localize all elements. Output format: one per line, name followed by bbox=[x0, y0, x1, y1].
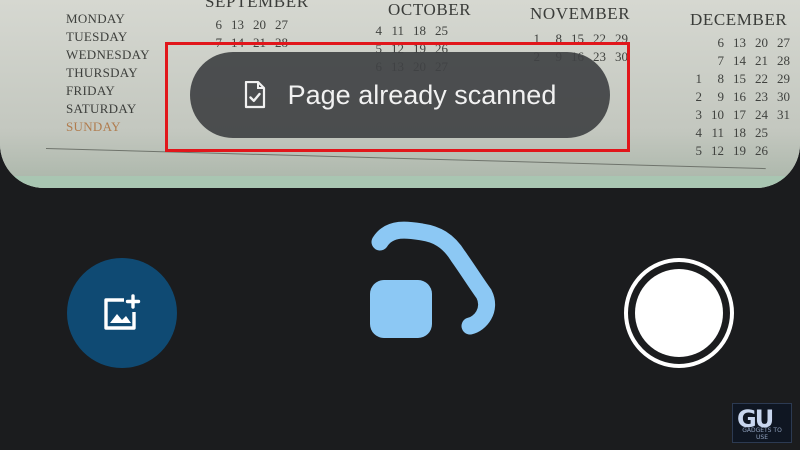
month-september: SEPTEMBER bbox=[205, 0, 309, 11]
december-numbers: 6 13 20 27 7 14 21 28 1 8 15 22 29 2 9 16 23 30 3 10 17 2… bbox=[695, 35, 791, 158]
day-thursday: THURSDAY bbox=[66, 65, 138, 80]
add-photo-icon bbox=[104, 294, 141, 330]
month-november: NOVEMBER bbox=[530, 4, 631, 23]
shutter-inner bbox=[635, 269, 723, 357]
month-december: DECEMBER bbox=[690, 10, 788, 29]
day-tuesday: TUESDAY bbox=[66, 29, 128, 44]
highlight-box bbox=[165, 42, 630, 152]
shutter-button[interactable] bbox=[624, 258, 734, 368]
day-sunday: SUNDAY bbox=[66, 119, 121, 134]
viewfinder-bottom-edge bbox=[0, 176, 800, 188]
day-labels: MONDAY TUESDAY WEDNESDAY THURSDAY FRIDAY… bbox=[66, 10, 150, 136]
scan-doodle-icon bbox=[370, 221, 496, 338]
import-photo-button[interactable] bbox=[67, 258, 177, 368]
day-wednesday: WEDNESDAY bbox=[66, 47, 150, 62]
day-saturday: SATURDAY bbox=[66, 101, 137, 116]
logo-text: GADGETS TO USE bbox=[742, 427, 782, 441]
watermark-logo: GU GADGETS TO USE bbox=[732, 403, 792, 443]
day-friday: FRIDAY bbox=[66, 83, 116, 98]
month-october: OCTOBER bbox=[388, 0, 472, 19]
day-monday: MONDAY bbox=[66, 11, 126, 26]
